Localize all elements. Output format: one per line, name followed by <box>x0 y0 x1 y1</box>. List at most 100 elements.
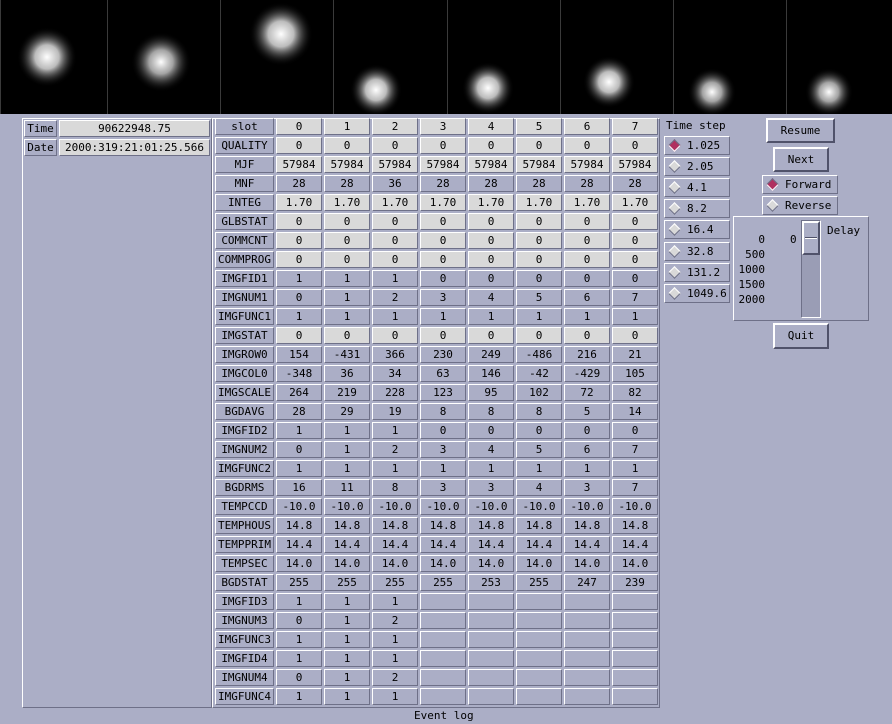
star-image <box>583 56 635 108</box>
table-cell: 0 <box>612 251 658 268</box>
radio-indicator <box>668 245 681 258</box>
table-cell: 1 <box>564 308 610 325</box>
table-cell <box>564 612 610 629</box>
table-cell: 0 <box>420 137 466 154</box>
table-cell: 1.70 <box>372 194 418 211</box>
table-cell: -10.0 <box>468 498 514 515</box>
table-cell: 1 <box>324 669 370 686</box>
table-cell: -429 <box>564 365 610 382</box>
table-cell: 63 <box>420 365 466 382</box>
table-cell: 8 <box>516 403 562 420</box>
table-cell: 5 <box>516 441 562 458</box>
table-cell: 239 <box>612 574 658 591</box>
time-step-option[interactable]: 2.05 <box>664 157 730 176</box>
time-step-option[interactable]: 16.4 <box>664 220 730 239</box>
date-label: Date <box>24 139 57 156</box>
delay-value: 0 <box>790 233 797 246</box>
table-cell: 36 <box>324 365 370 382</box>
table-cell: 14.8 <box>468 517 514 534</box>
table-cell: 0 <box>516 137 562 154</box>
table-cell: 0 <box>564 422 610 439</box>
quit-button[interactable]: Quit <box>773 323 829 349</box>
table-cell <box>564 669 610 686</box>
table-cell <box>468 650 514 667</box>
table-cell: 1 <box>420 460 466 477</box>
reverse-radio-label: Reverse <box>785 199 832 212</box>
table-cell: 2 <box>372 669 418 686</box>
table-cell: 14.4 <box>324 536 370 553</box>
table-cell: 1 <box>372 650 418 667</box>
star-image-slot-0 <box>0 0 108 114</box>
table-cell: 1 <box>564 460 610 477</box>
star-image-slot-3 <box>333 0 448 114</box>
info-panel <box>22 118 212 708</box>
row-label-integ: INTEG <box>215 194 274 211</box>
table-cell: 0 <box>276 441 322 458</box>
table-cell <box>420 612 466 629</box>
star-image-slot-6 <box>673 0 787 114</box>
table-cell: 253 <box>468 574 514 591</box>
delay-tick: 2000 <box>738 293 766 306</box>
time-step-option[interactable]: 8.2 <box>664 199 730 218</box>
table-cell: 21 <box>612 346 658 363</box>
row-label-commprog: COMMPROG <box>215 251 274 268</box>
table-cell: 0 <box>276 289 322 306</box>
table-cell: 228 <box>372 384 418 401</box>
reverse-radio[interactable]: Reverse <box>762 196 838 215</box>
star-image-slot-4 <box>447 0 561 114</box>
table-cell: 8 <box>468 403 514 420</box>
star-image <box>462 62 514 114</box>
delay-slider-handle[interactable] <box>802 221 820 255</box>
star-image <box>688 68 736 114</box>
table-cell: -10.0 <box>276 498 322 515</box>
table-cell: -486 <box>516 346 562 363</box>
time-step-option[interactable]: 1.025 <box>664 136 730 155</box>
table-cell: 0 <box>612 327 658 344</box>
table-cell: 0 <box>372 137 418 154</box>
time-step-option[interactable]: 1049.6 <box>664 284 730 303</box>
row-label-imgfunc3: IMGFUNC3 <box>215 631 274 648</box>
next-button[interactable]: Next <box>773 147 829 172</box>
table-cell: 154 <box>276 346 322 363</box>
time-step-label: Time step <box>666 119 726 132</box>
star-image <box>805 68 853 114</box>
radio-indicator <box>668 266 681 279</box>
table-cell: 57984 <box>372 156 418 173</box>
table-cell: 1 <box>324 612 370 629</box>
table-cell: 8 <box>420 403 466 420</box>
table-cell: 1 <box>372 460 418 477</box>
delay-label: Delay <box>827 224 861 237</box>
resume-button[interactable]: Resume <box>766 118 835 143</box>
time-step-option[interactable]: 32.8 <box>664 242 730 261</box>
table-cell: 1 <box>324 270 370 287</box>
table-cell: 1 <box>372 631 418 648</box>
table-cell: 2 <box>372 441 418 458</box>
time-step-option[interactable]: 131.2 <box>664 263 730 282</box>
table-cell: 0 <box>516 213 562 230</box>
table-cell: 0 <box>468 422 514 439</box>
table-cell: 0 <box>324 251 370 268</box>
table-cell <box>612 631 658 648</box>
table-cell: 0 <box>516 422 562 439</box>
table-cell: 14.8 <box>516 517 562 534</box>
table-cell: 0 <box>420 232 466 249</box>
table-cell: 247 <box>564 574 610 591</box>
table-cell: 57984 <box>564 156 610 173</box>
table-cell: 0 <box>276 669 322 686</box>
table-cell: 1 <box>324 460 370 477</box>
table-cell: 1 <box>372 593 418 610</box>
table-cell: 2 <box>372 289 418 306</box>
table-cell: -10.0 <box>420 498 466 515</box>
table-cell: 0 <box>564 270 610 287</box>
time-step-option[interactable]: 4.1 <box>664 178 730 197</box>
forward-radio[interactable]: Forward <box>762 175 838 194</box>
table-cell: 0 <box>276 232 322 249</box>
table-cell: 1 <box>276 650 322 667</box>
table-cell: 0 <box>372 213 418 230</box>
table-cell <box>516 669 562 686</box>
table-cell: 3 <box>420 118 466 135</box>
table-cell <box>420 593 466 610</box>
table-cell: 0 <box>564 137 610 154</box>
table-cell: 0 <box>372 327 418 344</box>
table-cell: 0 <box>468 270 514 287</box>
